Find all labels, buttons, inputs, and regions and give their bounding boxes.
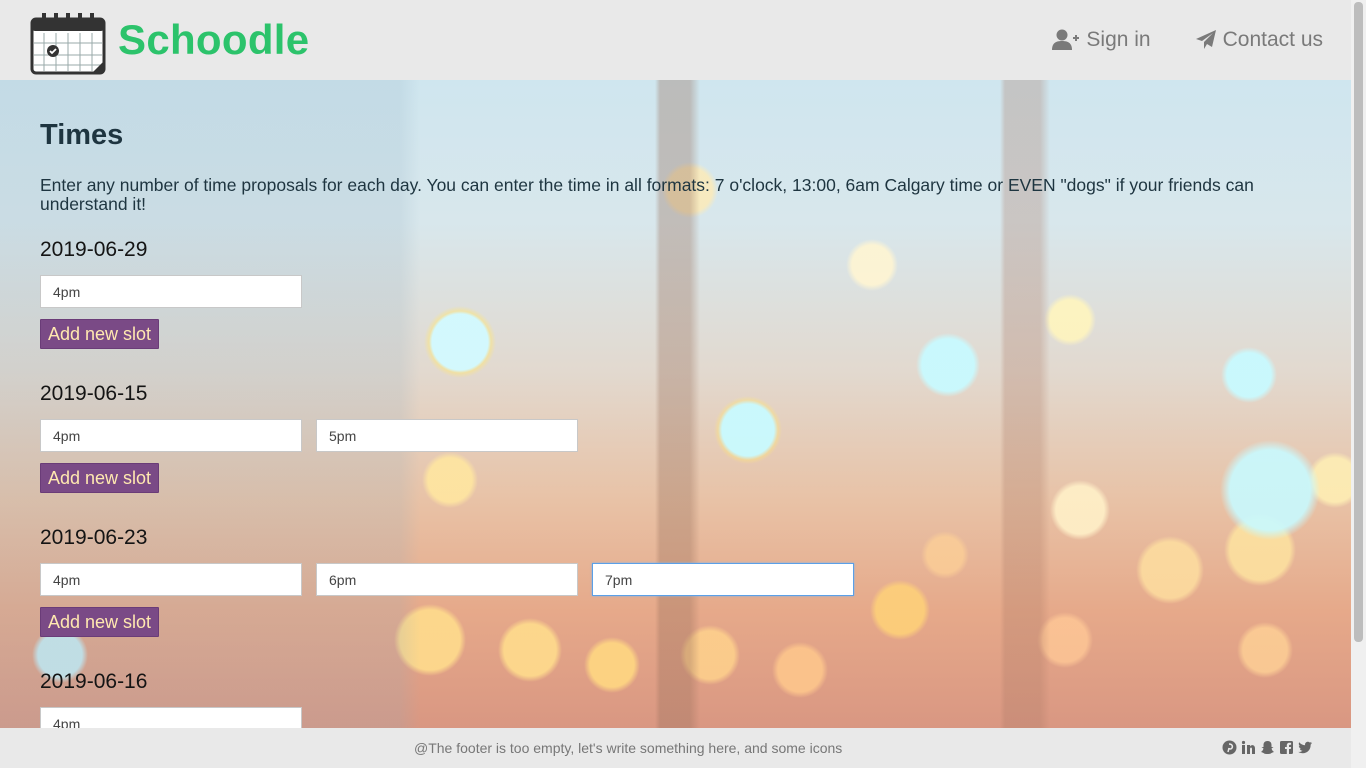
slot-row (40, 707, 1311, 728)
user-plus-icon (1052, 29, 1080, 50)
paper-plane-icon (1195, 30, 1216, 49)
time-slot-input[interactable] (40, 275, 302, 308)
add-new-slot-button[interactable]: Add new slot (40, 607, 160, 637)
time-slot-input[interactable] (40, 707, 302, 728)
footer-text: @The footer is too empty, let's write so… (414, 740, 843, 756)
time-slot-input[interactable] (40, 419, 302, 452)
day-date: 2019-06-16 (40, 670, 148, 693)
time-slot-input[interactable] (592, 563, 854, 596)
snapchat-icon[interactable] (1260, 740, 1275, 755)
facebook-icon[interactable] (1279, 740, 1294, 755)
page-title: Times (40, 119, 124, 151)
vertical-scrollbar[interactable] (1351, 0, 1366, 768)
day-date: 2019-06-15 (40, 382, 148, 405)
brand-name[interactable]: Schoodle (118, 16, 309, 64)
time-slot-input[interactable] (40, 563, 302, 596)
day-date: 2019-06-23 (40, 526, 148, 549)
slot-row (40, 563, 1311, 596)
sign-in-label[interactable]: Sign in (1086, 28, 1150, 52)
time-slot-input[interactable] (316, 563, 578, 596)
slot-row (40, 275, 1311, 308)
top-nav: Sign in Contact us (1008, 0, 1323, 80)
calendar-icon (30, 13, 106, 75)
sign-in-link[interactable]: Sign in (1052, 28, 1151, 52)
scrollbar-thumb[interactable] (1354, 2, 1363, 642)
contact-us-link[interactable]: Contact us (1195, 28, 1323, 52)
day-section: 2019-06-15 Add new slot (40, 382, 1311, 493)
time-slot-input[interactable] (316, 419, 578, 452)
day-date: 2019-06-29 (40, 238, 148, 261)
main-content: Times Enter any number of time proposals… (0, 80, 1351, 728)
day-section: 2019-06-29 Add new slot (40, 238, 1311, 349)
times-description: Enter any number of time proposals for e… (40, 175, 1254, 214)
linkedin-icon[interactable] (1241, 740, 1256, 755)
header: Schoodle Sign in Contact us (0, 0, 1351, 80)
twitter-icon[interactable] (1298, 740, 1313, 755)
logo[interactable]: Schoodle (30, 5, 309, 75)
footer: @The footer is too empty, let's write so… (0, 728, 1351, 768)
day-section: 2019-06-23 Add new slot (40, 526, 1311, 637)
pinterest-icon[interactable] (1222, 740, 1237, 755)
add-new-slot-button[interactable]: Add new slot (40, 319, 160, 349)
add-new-slot-button[interactable]: Add new slot (40, 463, 160, 493)
day-section: 2019-06-16 (40, 670, 1311, 728)
contact-us-label[interactable]: Contact us (1223, 28, 1323, 52)
social-icons (1218, 740, 1313, 755)
slot-row (40, 419, 1311, 452)
